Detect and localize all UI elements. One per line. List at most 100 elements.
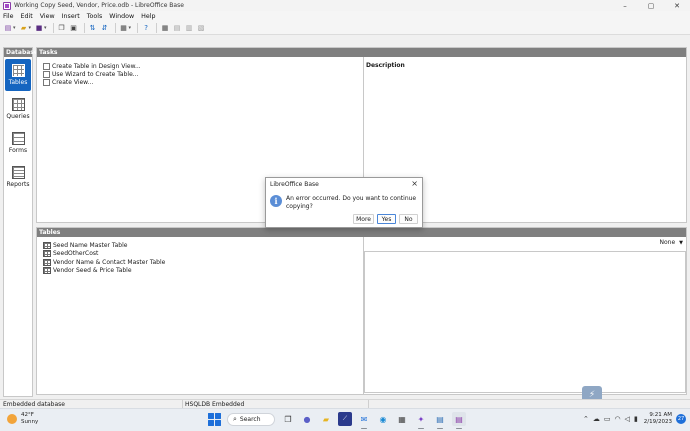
tables-icon	[11, 64, 25, 77]
calculator-icon[interactable]: ▦	[395, 412, 409, 426]
wizard-icon	[43, 70, 50, 78]
list-item[interactable]: Vendor Name & Contact Master Table	[43, 258, 165, 267]
windows-taskbar: 42°F Sunny ⌕ Search ❐ ● ▰ ⟋ ✉ ◉ ▦ ✦ ▤ ▤ …	[0, 408, 690, 431]
edge-browser-icon[interactable]: ◉	[376, 412, 390, 426]
list-item[interactable]: SeedOtherCost	[43, 250, 165, 259]
mail-icon[interactable]: ✉	[357, 412, 371, 429]
wifi-icon[interactable]: ◠	[614, 415, 620, 423]
list-item[interactable]: Seed Name Master Table	[43, 241, 165, 250]
open-icon[interactable]: ▰	[19, 23, 29, 33]
preview-mode-value: None	[659, 239, 676, 246]
toolbar-separator	[156, 22, 158, 33]
sidebar-item-tables[interactable]: Tables	[5, 59, 31, 91]
form-dropdown-icon[interactable]: ▾	[129, 25, 132, 31]
description-header: Description	[366, 62, 405, 69]
chat-icon[interactable]: ●	[300, 412, 314, 426]
task-create-table-design[interactable]: Create Table in Design View...	[43, 62, 141, 70]
preview-mode-select[interactable]: None ▼	[659, 239, 683, 246]
form-icon[interactable]: ▦	[119, 23, 129, 33]
weather-widget[interactable]: 42°F Sunny	[7, 412, 38, 426]
form-view-icon[interactable]: ▥	[184, 23, 194, 33]
task-create-view[interactable]: Create View...	[43, 78, 141, 86]
yes-button[interactable]: Yes	[377, 214, 396, 224]
tasks-list: Create Table in Design View... Use Wizar…	[43, 62, 141, 86]
battery-icon[interactable]: ▮	[634, 415, 638, 423]
weather-condition: Sunny	[21, 419, 39, 425]
sun-icon	[7, 414, 17, 424]
new-dropdown-icon[interactable]: ▾	[13, 25, 16, 31]
save-dropdown-icon[interactable]: ▾	[44, 25, 47, 31]
status-bar: Embedded database HSQLDB Embedded	[0, 399, 690, 409]
database-panel: Database Tables Queries Forms Reports	[3, 47, 38, 397]
sort-ascending-icon[interactable]: ⇅	[88, 23, 98, 33]
file-explorer-icon[interactable]: ▰	[319, 412, 333, 426]
tasks-panel-header: Tasks	[37, 48, 686, 57]
menu-tools[interactable]: Tools	[87, 13, 103, 20]
clock[interactable]: 9:21 AM 2/19/2023	[644, 412, 672, 426]
report-icon[interactable]: ▧	[196, 23, 206, 33]
menu-insert[interactable]: Insert	[62, 13, 80, 20]
open-dropdown-icon[interactable]: ▾	[29, 25, 32, 31]
preview-area	[364, 251, 686, 393]
title-bar: Working Copy Seed, Vendor, Price.odb - L…	[0, 0, 690, 11]
table-icon	[43, 250, 51, 258]
menu-edit[interactable]: Edit	[21, 13, 33, 20]
sidebar-item-forms[interactable]: Forms	[5, 127, 31, 159]
task-view-icon[interactable]: ❐	[281, 412, 295, 426]
menu-help[interactable]: Help	[141, 13, 155, 20]
paste-icon[interactable]: ▣	[69, 23, 79, 33]
libreoffice-base-taskbar-icon[interactable]: ▤	[452, 412, 466, 429]
menu-bar: File Edit View Insert Tools Window Help	[0, 11, 690, 21]
maximize-button[interactable]: ▢	[638, 0, 664, 11]
sidebar-item-label: Reports	[6, 181, 30, 188]
minimize-button[interactable]: –	[612, 0, 638, 11]
view-icon	[43, 78, 50, 86]
vpn-app-icon[interactable]: ⟋	[338, 412, 352, 426]
error-dialog: LibreOffice Base × i An error occurred. …	[265, 177, 423, 228]
list-item[interactable]: Vendor Seed & Price Table	[43, 267, 165, 276]
window-title: Working Copy Seed, Vendor, Price.odb - L…	[14, 2, 184, 9]
toolbar-separator	[52, 22, 54, 33]
sidebar-item-reports[interactable]: Reports	[5, 161, 31, 193]
notification-badge[interactable]: 27	[676, 414, 686, 424]
volume-icon[interactable]: ◁	[625, 415, 630, 423]
menu-file[interactable]: File	[3, 13, 14, 20]
sidebar-item-label: Tables	[8, 79, 28, 86]
table-name: Seed Name Master Table	[53, 241, 128, 249]
more-button[interactable]: More	[353, 214, 374, 224]
table-name: SeedOtherCost	[53, 250, 99, 258]
menu-window[interactable]: Window	[109, 13, 134, 20]
chevron-up-icon[interactable]: ⌃	[583, 415, 589, 423]
table-icon	[43, 258, 51, 266]
close-icon[interactable]: ×	[411, 179, 418, 188]
help-icon[interactable]: ?	[141, 23, 151, 33]
close-button[interactable]: ✕	[664, 0, 690, 11]
sidebar-item-label: Forms	[8, 147, 28, 154]
save-icon[interactable]: ■	[34, 23, 44, 33]
sidebar-item-queries[interactable]: Queries	[5, 93, 31, 125]
weather-text: 42°F Sunny	[21, 412, 38, 426]
query-icon[interactable]: ▤	[172, 23, 182, 33]
windows-start-icon[interactable]	[208, 412, 221, 426]
new-icon[interactable]: ▤	[3, 23, 13, 33]
task-label: Create View...	[52, 78, 94, 86]
no-button[interactable]: No	[399, 214, 418, 224]
search-label: Search	[239, 415, 261, 423]
copy-icon[interactable]: ❐	[57, 23, 67, 33]
table-icon[interactable]: ▦	[160, 23, 170, 33]
menu-view[interactable]: View	[40, 13, 55, 20]
forms-icon	[11, 132, 25, 145]
task-create-table-wizard[interactable]: Use Wizard to Create Table...	[43, 70, 141, 78]
taskbar-search[interactable]: ⌕ Search	[227, 412, 275, 426]
cloud-icon[interactable]: ☁	[593, 415, 600, 423]
display-icon[interactable]: ▭	[604, 415, 611, 423]
table-name: Vendor Name & Contact Master Table	[53, 258, 166, 266]
sort-descending-icon[interactable]: ⇵	[100, 23, 110, 33]
search-icon: ⌕	[233, 414, 237, 423]
libreoffice-icon[interactable]: ▤	[433, 412, 447, 429]
media-app-icon[interactable]: ✦	[414, 412, 428, 429]
chevron-down-icon: ▼	[679, 239, 683, 246]
toolbar-separator	[83, 22, 85, 33]
table-icon	[43, 241, 51, 249]
table-name: Vendor Seed & Price Table	[53, 267, 132, 275]
